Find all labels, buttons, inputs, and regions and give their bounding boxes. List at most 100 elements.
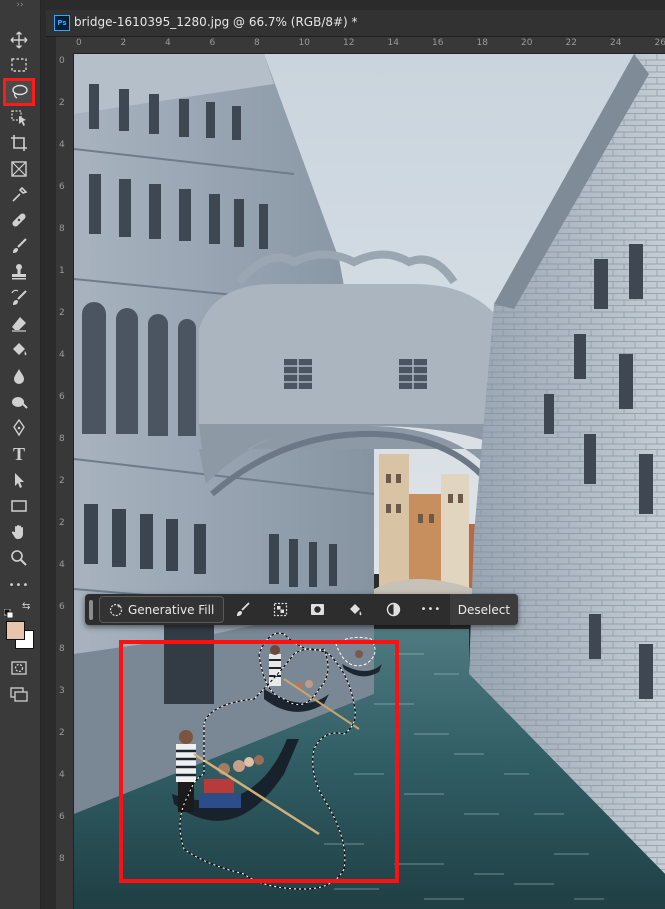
dodge-tool-button[interactable]: [5, 390, 33, 414]
brush-icon: [237, 602, 250, 616]
marquee-icon: [11, 58, 27, 72]
type-tool-button[interactable]: T: [5, 442, 33, 466]
ruler-tick-label: 4: [165, 38, 171, 48]
deselect-button[interactable]: Deselect: [449, 594, 519, 625]
arrow-icon: [15, 473, 24, 488]
mask-icon: [311, 604, 325, 615]
hand-icon: [11, 525, 23, 539]
ruler-tick-label: 16: [432, 38, 444, 48]
ruler-tick-label: 2: [59, 728, 65, 738]
eyedropper-icon: [12, 186, 28, 202]
vertical-ruler[interactable]: 0 2 4 6 8 1 2 4 6 8 2 2 4 6 8 3 2 4 6 8: [56, 53, 74, 909]
brush-tool-button[interactable]: [5, 234, 33, 258]
document-tab[interactable]: Ps bridge-1610395_1280.jpg @ 66.7% (RGB/…: [46, 10, 665, 37]
eraser-icon: [12, 317, 26, 332]
ruler-tick-label: 2: [120, 38, 127, 48]
dodge-icon: [12, 397, 28, 409]
rectangle-tool-button[interactable]: [5, 494, 33, 518]
paint-bucket-tool-button[interactable]: [5, 338, 33, 362]
drop-icon: [14, 369, 24, 384]
rectangle-icon: [11, 500, 27, 512]
taskbar-grip[interactable]: [89, 599, 93, 620]
ruler-tick-label: 4: [59, 350, 65, 360]
pen-tool-button[interactable]: [5, 416, 33, 440]
ruler-tick-label: 10: [298, 38, 310, 48]
hand-tool-button[interactable]: [5, 520, 33, 544]
half-circle-icon: [386, 602, 400, 617]
brush-icon: [13, 238, 27, 253]
eraser-tool-button[interactable]: [5, 312, 33, 336]
ruler-tick-label: 4: [59, 560, 65, 570]
ruler-tick-label: 6: [209, 38, 216, 48]
mask-button[interactable]: [299, 597, 337, 622]
ruler-tick-label: 12: [343, 38, 355, 48]
crop-icon: [11, 135, 27, 151]
ruler-tick-label: 22: [565, 38, 577, 48]
panel-grip[interactable]: ››: [0, 0, 40, 14]
paint-bucket-icon: [13, 343, 27, 356]
document-title: bridge-1610395_1280.jpg @ 66.7% (RGB/8#)…: [74, 15, 358, 29]
ruler-tick-label: 8: [59, 644, 65, 654]
ruler-tick-label: 2: [59, 518, 65, 528]
blur-tool-button[interactable]: [5, 364, 33, 388]
ellipsis-icon: •••: [8, 579, 30, 591]
invert-selection-icon: [273, 602, 287, 617]
zoom-icon: [11, 550, 27, 566]
marquee-tool-button[interactable]: [5, 53, 33, 77]
ruler-tick-label: 24: [610, 38, 622, 48]
crop-tool-button[interactable]: [5, 131, 33, 155]
lasso-icon: [12, 84, 28, 99]
horizontal-ruler[interactable]: 0 2 4 6 8 10 12 14 16 18 20 22 24 26: [73, 37, 665, 54]
ruler-tick-label: 2: [59, 308, 65, 318]
history-brush-tool-button[interactable]: [5, 286, 33, 310]
more-tools-button[interactable]: •••: [5, 573, 33, 597]
invert-selection-button[interactable]: [261, 597, 299, 622]
screen-mode-button[interactable]: [5, 682, 33, 706]
clone-stamp-tool-button[interactable]: [5, 260, 33, 284]
tools-panel: ›› T ••• ⇆: [0, 0, 41, 909]
ruler-tick-label: 18: [476, 38, 488, 48]
type-icon: T: [12, 443, 25, 464]
lasso-tool-button[interactable]: [3, 78, 35, 106]
ruler-tick-label: 8: [59, 224, 65, 234]
highlight-rectangle: [119, 640, 399, 883]
generative-fill-button[interactable]: Generative Fill: [98, 596, 224, 623]
swap-colors-icon[interactable]: ⇆: [22, 601, 30, 612]
adjustment-layer-button[interactable]: [374, 597, 412, 622]
contextual-task-bar: Generative Fill ••• Deselect: [85, 594, 519, 625]
ruler-tick-label: 6: [59, 392, 65, 402]
generative-fill-icon: [109, 603, 123, 616]
object-selection-tool-button[interactable]: [5, 106, 33, 130]
ruler-tick-label: 3: [59, 686, 65, 696]
ruler-tick-label: 4: [59, 770, 65, 780]
zoom-tool-button[interactable]: [5, 546, 33, 570]
ruler-tick-label: 26: [654, 38, 665, 48]
frame-icon: [11, 161, 27, 177]
move-tool-button[interactable]: [5, 28, 33, 52]
fill-selection-button[interactable]: [337, 597, 375, 622]
ruler-tick-label: 14: [387, 38, 399, 48]
pen-icon: [13, 419, 25, 437]
stamp-icon: [12, 264, 26, 280]
default-colors-icon[interactable]: [3, 603, 14, 619]
ruler-tick-label: 4: [59, 140, 65, 150]
modify-selection-button[interactable]: [224, 597, 262, 622]
ruler-tick-label: 1: [59, 266, 65, 276]
ruler-tick-label: 2: [59, 98, 65, 108]
ruler-tick-label: 0: [76, 38, 82, 48]
bandage-icon: [12, 213, 26, 227]
quick-mask-icon: [11, 661, 27, 675]
frame-tool-button[interactable]: [5, 157, 33, 181]
path-selection-tool-button[interactable]: [5, 468, 33, 492]
ruler-origin[interactable]: [56, 37, 73, 53]
quick-mask-button[interactable]: [5, 656, 33, 680]
generative-fill-label: Generative Fill: [127, 602, 215, 617]
screen-mode-icon: [10, 687, 28, 702]
healing-brush-tool-button[interactable]: [5, 208, 33, 232]
ruler-tick-label: 6: [59, 182, 65, 192]
more-options-button[interactable]: •••: [412, 597, 450, 622]
eyedropper-tool-button[interactable]: [5, 183, 33, 207]
foreground-color-swatch[interactable]: [6, 621, 25, 640]
ruler-tick-label: 2: [59, 476, 65, 486]
move-icon: [10, 31, 28, 49]
